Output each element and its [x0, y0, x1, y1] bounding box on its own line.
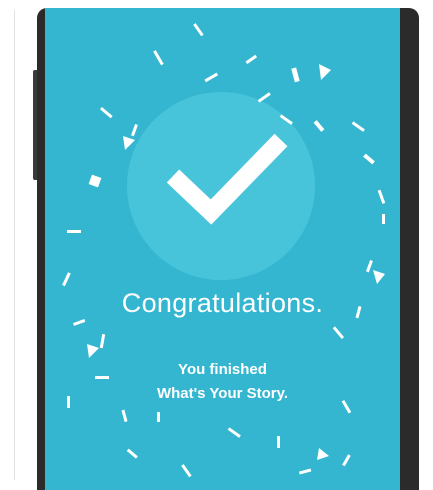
completion-message-line2: What's Your Story. — [156, 385, 289, 402]
congratulations-title: Congratulations. — [121, 288, 324, 318]
completion-message-line1: You finished — [178, 361, 267, 378]
frame-divider — [14, 10, 15, 480]
screenshot: Congratulations. You finished What's You… — [0, 0, 433, 490]
completion-screen: Congratulations. You finished What's You… — [45, 8, 400, 490]
checkmark-icon — [166, 133, 288, 225]
completion-message: You finished What's Your Story. — [45, 358, 400, 406]
